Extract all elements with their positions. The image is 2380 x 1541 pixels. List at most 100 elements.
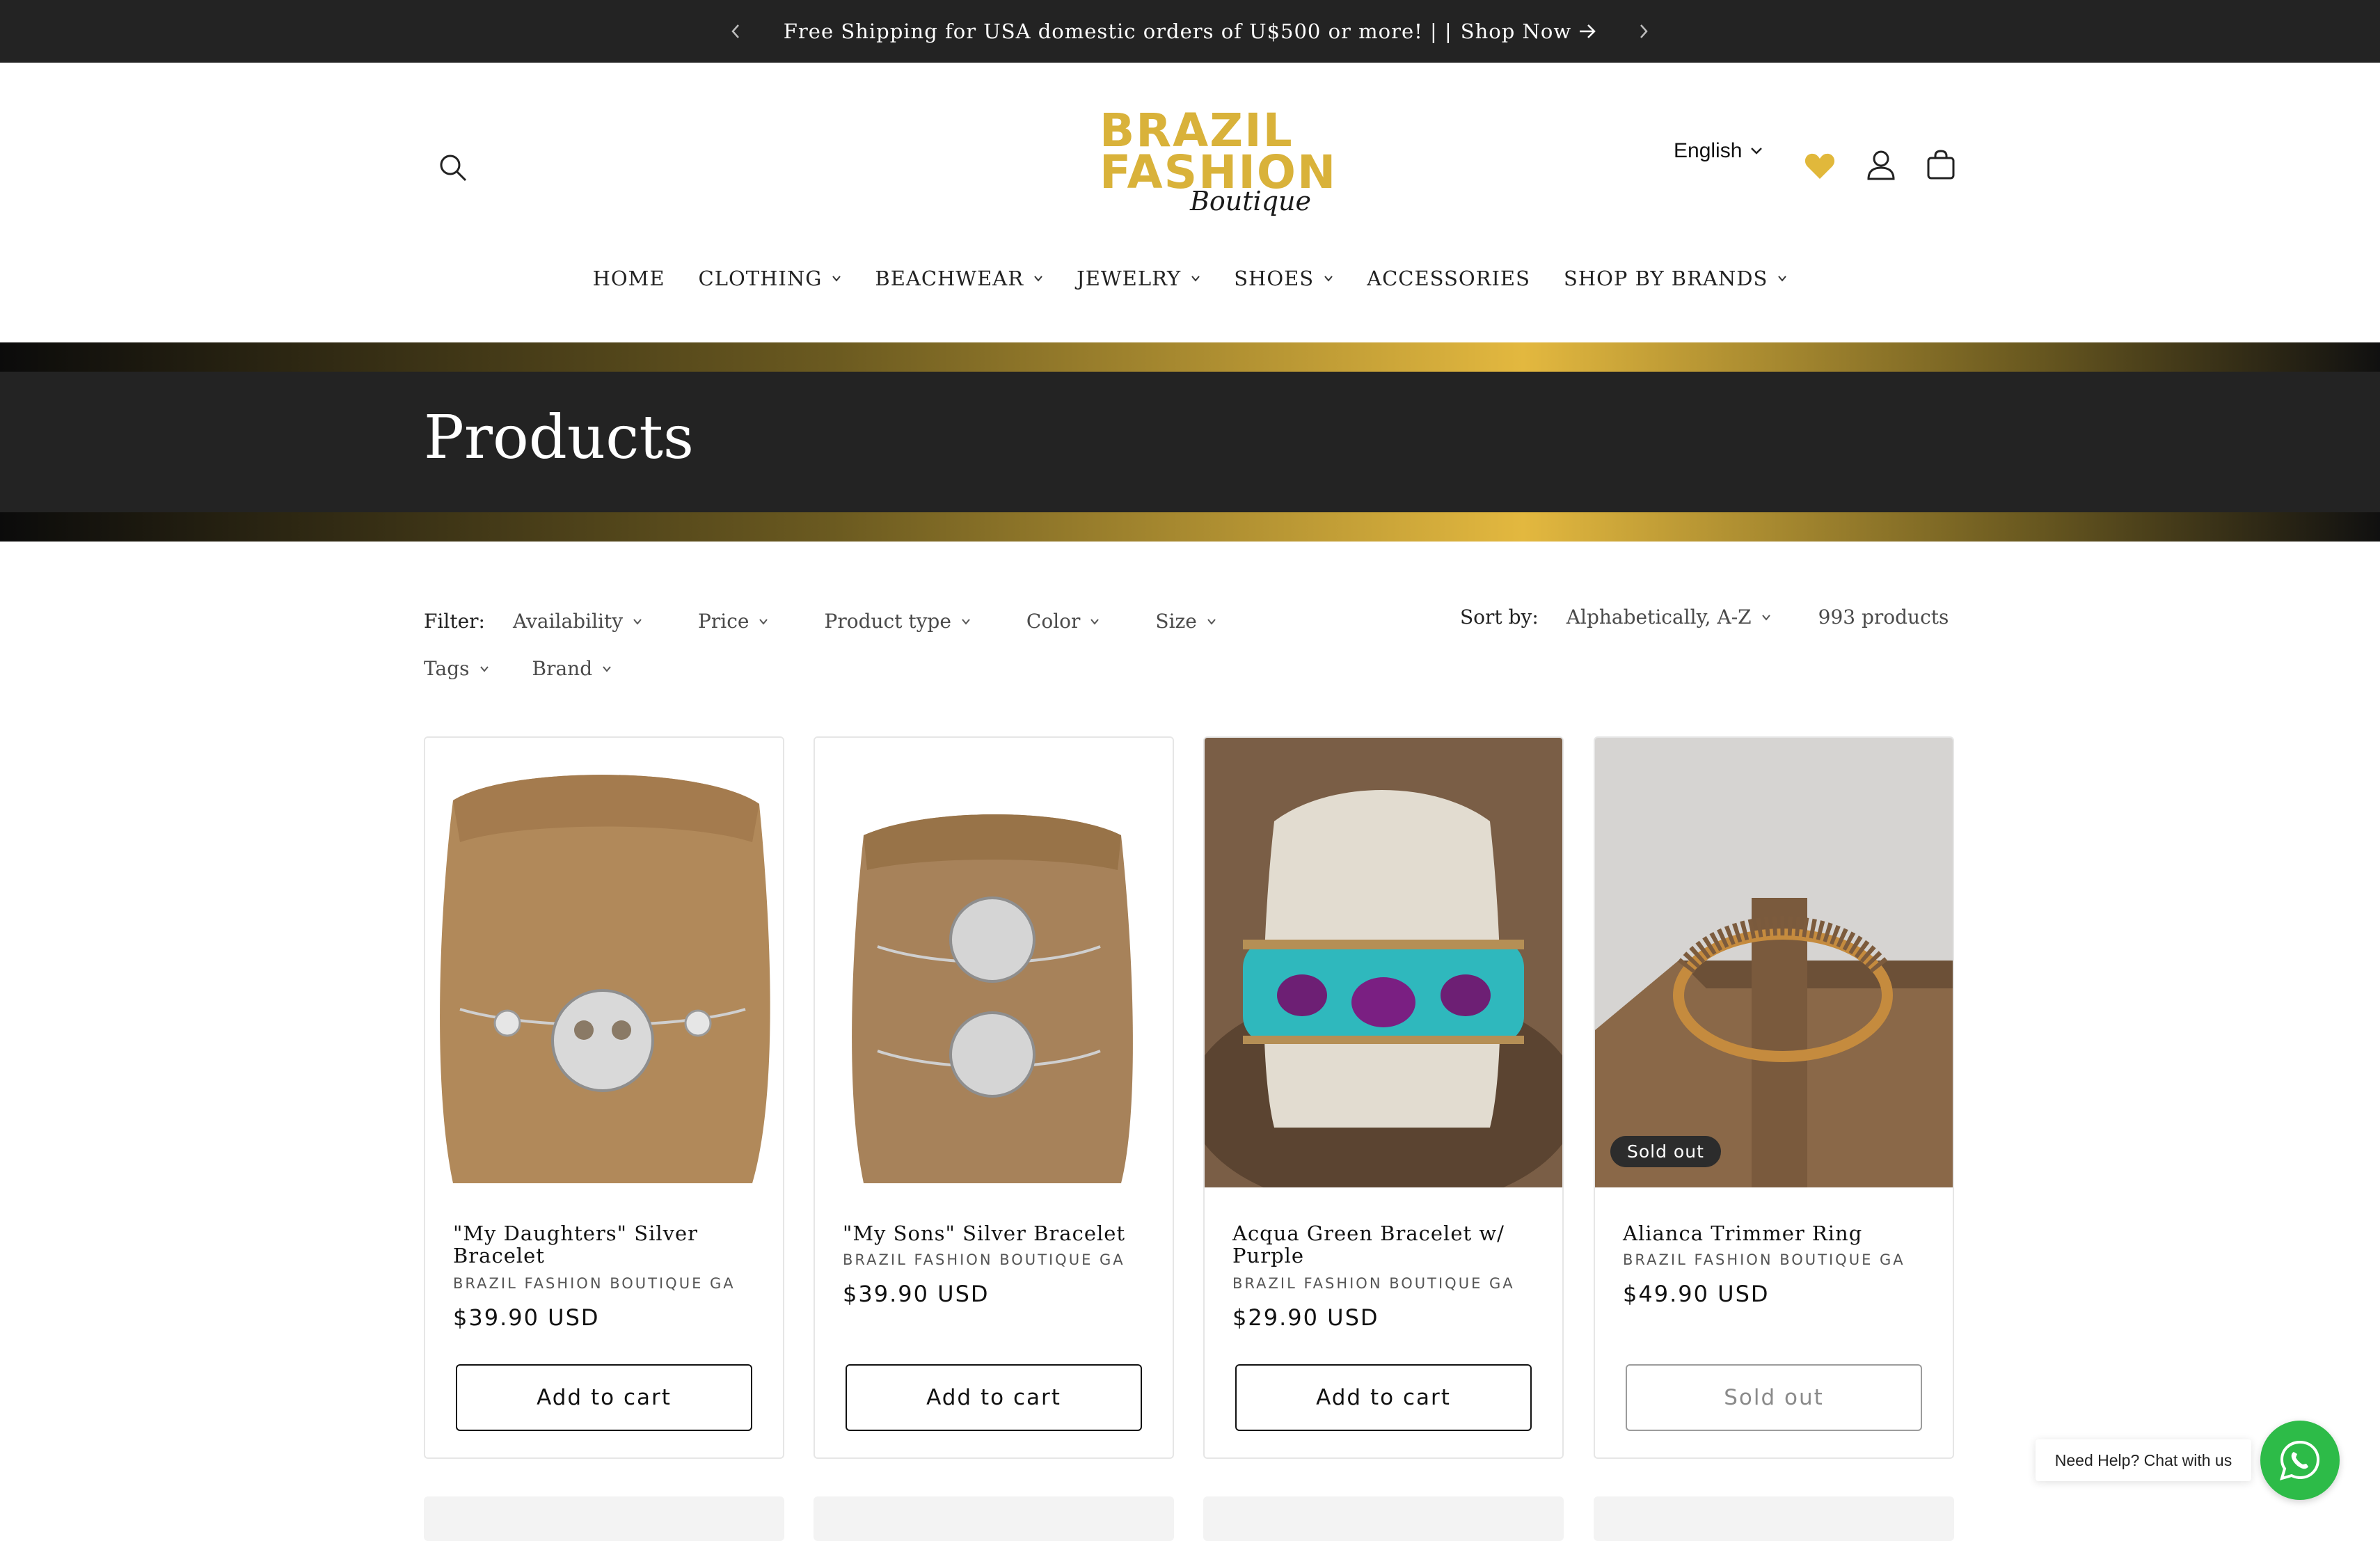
chevron-down-icon xyxy=(1034,276,1042,282)
product-vendor: BRAZIL FASHION BOUTIQUE GA xyxy=(843,1251,1125,1268)
user-icon xyxy=(1867,150,1895,180)
product-title[interactable]: Acqua Green Bracelet w/ Purple xyxy=(1232,1222,1539,1267)
chevron-down-icon xyxy=(1778,276,1787,282)
add-to-cart-button[interactable]: Add to cart xyxy=(456,1364,752,1431)
search-button[interactable] xyxy=(436,150,470,185)
product-image[interactable]: Sold out xyxy=(1595,738,1953,1187)
chevron-down-icon xyxy=(1090,618,1100,625)
chevron-down-icon xyxy=(1761,614,1770,621)
announcement-bar: Free Shipping for USA domestic orders of… xyxy=(0,0,2380,63)
logo-line-3: Boutique xyxy=(1190,186,1311,216)
bracelet-photo xyxy=(815,738,1173,1187)
site-header: BRAZIL FASHION Boutique English HOME CLO… xyxy=(0,63,2380,342)
product-price: $49.90 USD xyxy=(1623,1281,1770,1307)
product-image[interactable] xyxy=(1205,738,1562,1187)
product-price: $29.90 USD xyxy=(1232,1304,1379,1331)
cart-button[interactable] xyxy=(1922,146,1960,184)
sold-out-badge: Sold out xyxy=(1610,1136,1721,1167)
filter-price[interactable]: Price xyxy=(698,610,768,633)
next-row-card xyxy=(424,1496,784,1541)
product-count: 993 products xyxy=(1818,606,1949,629)
sold-out-button[interactable]: Sold out xyxy=(1626,1364,1922,1431)
add-to-cart-button[interactable]: Add to cart xyxy=(1235,1364,1532,1431)
product-card[interactable]: Sold out Alianca Trimmer Ring BRAZIL FAS… xyxy=(1594,736,1954,1459)
chevron-down-icon xyxy=(759,618,768,625)
product-title[interactable]: "My Daughters" Silver Bracelet xyxy=(453,1222,759,1267)
whatsapp-icon xyxy=(2280,1440,2320,1480)
announcement-text: Free Shipping for USA domestic orders of… xyxy=(783,19,1452,43)
nav-shop-by-brands[interactable]: SHOP BY BRANDS xyxy=(1547,264,1804,292)
shopping-bag-icon xyxy=(1927,150,1955,180)
chevron-down-icon xyxy=(633,618,642,625)
filter-color[interactable]: Color xyxy=(1026,610,1100,633)
filter-tags-label: Tags xyxy=(424,657,470,680)
announcement-prev-button[interactable] xyxy=(718,14,753,49)
nav-home[interactable]: HOME xyxy=(576,264,682,292)
banner-inner: Products xyxy=(0,372,2380,512)
next-row-card xyxy=(1203,1496,1564,1541)
chevron-down-icon xyxy=(603,665,611,672)
nav-beachwear[interactable]: BEACHWEAR xyxy=(858,264,1060,292)
chevron-down-icon xyxy=(479,665,489,672)
chevron-down-icon xyxy=(1191,276,1200,282)
sort-bar: Sort by: Alphabetically, A-Z 993 product… xyxy=(1460,606,1949,629)
nav-shop-by-brands-label: SHOP BY BRANDS xyxy=(1563,267,1768,290)
filter-tags[interactable]: Tags xyxy=(424,657,489,680)
chat-help-bubble[interactable]: Need Help? Chat with us xyxy=(2036,1439,2251,1481)
product-vendor: BRAZIL FASHION BOUTIQUE GA xyxy=(1232,1275,1515,1292)
filter-brand[interactable]: Brand xyxy=(532,657,612,680)
filter-label: Filter: xyxy=(424,610,485,633)
sort-value: Alphabetically, A-Z xyxy=(1566,606,1752,629)
whatsapp-chat-button[interactable] xyxy=(2260,1421,2340,1500)
product-title[interactable]: Alianca Trimmer Ring xyxy=(1623,1222,1929,1245)
announcement-next-button[interactable] xyxy=(1626,14,1661,49)
chevron-down-icon xyxy=(962,618,970,625)
nav-shoes[interactable]: SHOES xyxy=(1217,264,1350,292)
shop-now-label: Shop Now xyxy=(1460,19,1572,43)
chat-help-text: Need Help? Chat with us xyxy=(2054,1451,2232,1469)
product-price: $39.90 USD xyxy=(843,1281,990,1307)
product-vendor: BRAZIL FASHION BOUTIQUE GA xyxy=(1623,1251,1905,1268)
product-title[interactable]: "My Sons" Silver Bracelet xyxy=(843,1222,1149,1245)
account-button[interactable] xyxy=(1862,146,1900,184)
wishlist-button[interactable] xyxy=(1801,148,1839,185)
product-image[interactable] xyxy=(425,738,783,1187)
product-price: $39.90 USD xyxy=(453,1304,600,1331)
filter-product-type[interactable]: Product type xyxy=(824,610,970,633)
search-icon xyxy=(440,155,467,182)
nav-accessories[interactable]: ACCESSORIES xyxy=(1350,264,1547,292)
add-to-cart-button[interactable]: Add to cart xyxy=(846,1364,1142,1431)
language-selector[interactable]: English xyxy=(1674,139,1763,163)
heart-icon xyxy=(1804,153,1835,179)
nav-clothing[interactable]: CLOTHING xyxy=(682,264,859,292)
filter-color-label: Color xyxy=(1026,610,1081,633)
filter-row-2: Tags Brand xyxy=(424,657,612,680)
filter-size[interactable]: Size xyxy=(1155,610,1216,633)
next-row-card xyxy=(814,1496,1174,1541)
nav-home-label: HOME xyxy=(592,267,665,290)
product-image[interactable] xyxy=(815,738,1173,1187)
filter-row-1: Filter: Availability Price Product type … xyxy=(424,610,1216,633)
filter-availability[interactable]: Availability xyxy=(513,610,642,633)
filter-size-label: Size xyxy=(1155,610,1197,633)
filter-product-type-label: Product type xyxy=(824,610,951,633)
chevron-down-icon xyxy=(832,276,841,282)
nav-jewelry[interactable]: JEWELRY xyxy=(1060,264,1217,292)
product-card[interactable]: Acqua Green Bracelet w/ Purple BRAZIL FA… xyxy=(1203,736,1564,1459)
chevron-down-icon xyxy=(1324,276,1333,282)
bracelet-photo xyxy=(425,738,783,1187)
site-logo[interactable]: BRAZIL FASHION Boutique xyxy=(1093,108,1335,226)
product-card[interactable]: "My Sons" Silver Bracelet BRAZIL FASHION… xyxy=(814,736,1174,1459)
arrow-right-icon xyxy=(1580,24,1596,38)
sort-select[interactable]: Alphabetically, A-Z xyxy=(1566,606,1771,629)
ring-photo xyxy=(1595,738,1953,1187)
nav-beachwear-label: BEACHWEAR xyxy=(875,267,1024,290)
product-card[interactable]: "My Daughters" Silver Bracelet BRAZIL FA… xyxy=(424,736,784,1459)
chevron-down-icon xyxy=(1751,148,1763,155)
nav-clothing-label: CLOTHING xyxy=(698,267,823,290)
filter-availability-label: Availability xyxy=(512,610,624,633)
filter-price-label: Price xyxy=(698,610,749,633)
shop-now-link[interactable]: Shop Now xyxy=(1461,19,1596,43)
chevron-left-icon xyxy=(731,24,739,38)
product-vendor: BRAZIL FASHION BOUTIQUE GA xyxy=(453,1275,736,1292)
